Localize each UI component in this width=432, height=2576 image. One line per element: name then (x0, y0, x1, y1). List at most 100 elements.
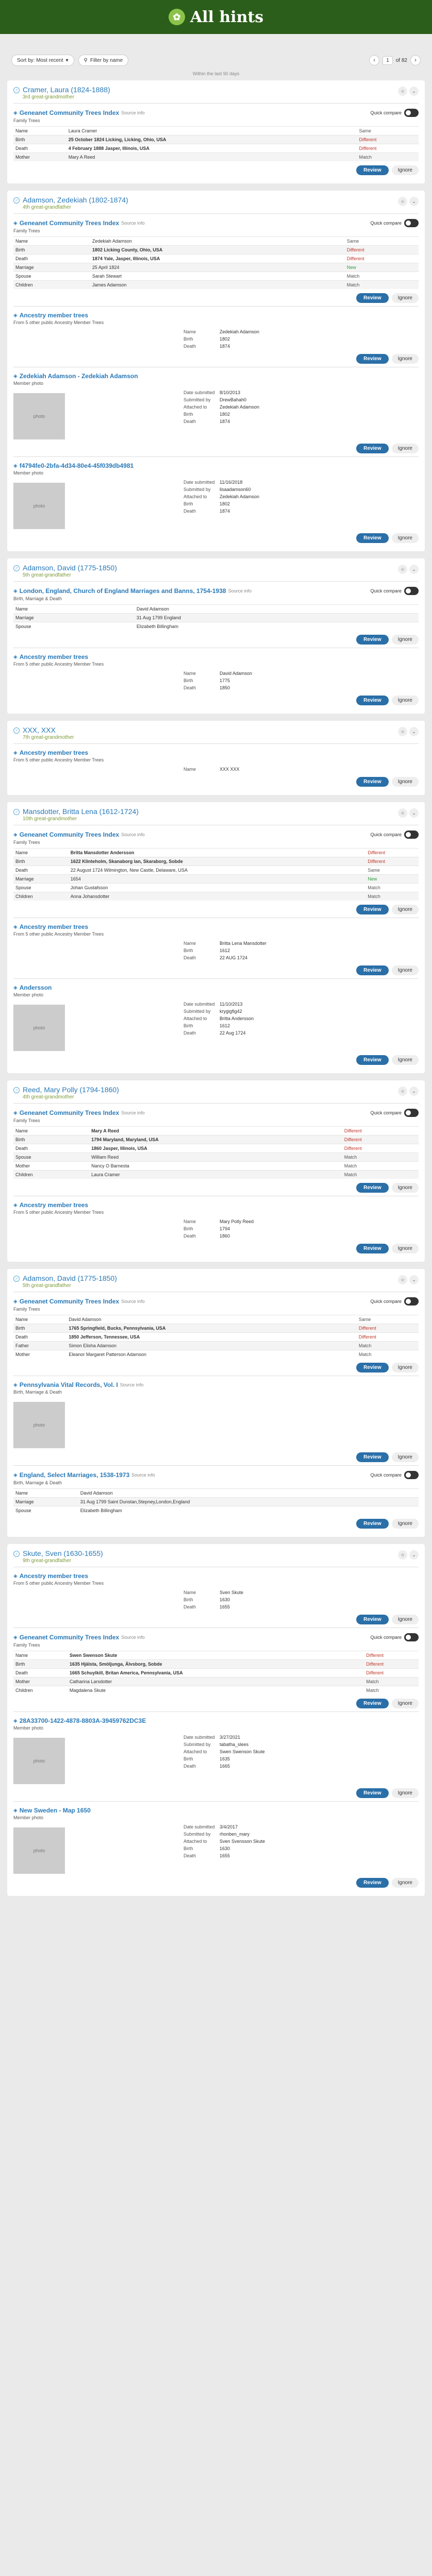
review-button[interactable]: Review (356, 696, 389, 705)
ignore-button[interactable]: Ignore (391, 1615, 419, 1624)
person-name[interactable]: Adamson, Zedekiah (1802-1874) (23, 196, 128, 204)
star-button[interactable]: ☆ (398, 1550, 407, 1560)
review-button[interactable]: Review (356, 1244, 389, 1253)
record-title[interactable]: Geneanet Community Trees Index (20, 1298, 119, 1305)
ignore-button[interactable]: Ignore (391, 444, 419, 453)
ignore-button[interactable]: Ignore (391, 1452, 419, 1462)
record-title[interactable]: Ancestry member trees (20, 653, 88, 660)
record-title[interactable]: Zedekiah Adamson - Zedekiah Adamson (20, 372, 138, 380)
star-button[interactable]: ☆ (398, 1275, 407, 1284)
review-button[interactable]: Review (356, 165, 389, 175)
ignore-button[interactable]: Ignore (391, 1244, 419, 1253)
star-button[interactable]: ☆ (398, 565, 407, 574)
quick-compare-toggle[interactable] (404, 219, 419, 227)
record-title[interactable]: Geneanet Community Trees Index (20, 219, 119, 227)
quick-compare-toggle[interactable] (404, 587, 419, 595)
review-button[interactable]: Review (356, 1452, 389, 1462)
ignore-button[interactable]: Ignore (391, 1788, 419, 1798)
review-button[interactable]: Review (356, 293, 389, 303)
record-title[interactable]: England, Select Marriages, 1538-1973 (20, 1471, 129, 1479)
star-button[interactable]: ☆ (398, 1087, 407, 1096)
star-button[interactable]: ☆ (398, 808, 407, 818)
star-button[interactable]: ☆ (398, 727, 407, 736)
review-button[interactable]: Review (356, 444, 389, 453)
collapse-button[interactable]: ⌄ (409, 87, 419, 96)
record-thumbnail[interactable]: photo (13, 1005, 65, 1051)
ignore-button[interactable]: Ignore (391, 165, 419, 175)
person-name[interactable]: Skute, Sven (1630-1655) (23, 1549, 103, 1557)
ignore-button[interactable]: Ignore (391, 533, 419, 543)
quick-compare-toggle[interactable] (404, 1109, 419, 1117)
quick-compare-toggle[interactable] (404, 1471, 419, 1479)
sort-dropdown[interactable]: Sort by: Most recent ▾ (11, 55, 74, 66)
review-button[interactable]: Review (356, 965, 389, 975)
review-button[interactable]: Review (356, 777, 389, 787)
review-button[interactable]: Review (356, 1363, 389, 1372)
record-thumbnail[interactable]: photo (13, 1402, 65, 1448)
review-button[interactable]: Review (356, 1788, 389, 1798)
page-input[interactable]: 1 (383, 56, 393, 65)
record-title[interactable]: Geneanet Community Trees Index (20, 831, 119, 838)
ignore-button[interactable]: Ignore (391, 905, 419, 914)
review-button[interactable]: Review (356, 1878, 389, 1888)
source-info-link[interactable]: Source info (121, 1299, 145, 1304)
record-title[interactable]: Geneanet Community Trees Index (20, 1109, 119, 1116)
review-button[interactable]: Review (356, 1183, 389, 1193)
person-name[interactable]: Reed, Mary Polly (1794-1860) (23, 1086, 119, 1094)
ignore-button[interactable]: Ignore (391, 1519, 419, 1529)
record-title[interactable]: London, England, Church of England Marri… (20, 587, 226, 595)
collapse-button[interactable]: ⌄ (409, 808, 419, 818)
review-button[interactable]: Review (356, 1519, 389, 1529)
record-title[interactable]: Ancestry member trees (20, 749, 88, 756)
prev-page-button[interactable]: ‹ (369, 55, 380, 65)
person-name[interactable]: Adamson, David (1775-1850) (23, 564, 117, 572)
person-name[interactable]: Adamson, David (1775-1850) (23, 1274, 117, 1282)
record-title[interactable]: Ancestry member trees (20, 312, 88, 319)
collapse-button[interactable]: ⌄ (409, 727, 419, 736)
collapse-button[interactable]: ⌄ (409, 197, 419, 206)
person-name[interactable]: Mansdotter, Britta Lena (1612-1724) (23, 807, 139, 816)
person-name[interactable]: Cramer, Laura (1824-1888) (23, 86, 110, 94)
record-title[interactable]: 28A33700-1422-4878-8803A-39459762DC3E (20, 1717, 146, 1724)
ignore-button[interactable]: Ignore (391, 1363, 419, 1372)
person-name[interactable]: XXX, XXX (23, 726, 74, 734)
record-title[interactable]: Geneanet Community Trees Index (20, 109, 119, 116)
ignore-button[interactable]: Ignore (391, 1183, 419, 1193)
review-button[interactable]: Review (356, 1699, 389, 1708)
review-button[interactable]: Review (356, 354, 389, 364)
source-info-link[interactable]: Source info (120, 1382, 144, 1387)
review-button[interactable]: Review (356, 635, 389, 645)
filter-button[interactable]: ⚲ Filter by name (78, 55, 129, 66)
ignore-button[interactable]: Ignore (391, 354, 419, 364)
ignore-button[interactable]: Ignore (391, 696, 419, 705)
next-page-button[interactable]: › (410, 55, 421, 65)
record-title[interactable]: Ancestry member trees (20, 923, 88, 930)
record-title[interactable]: f4794fe0-2bfa-4d34-80e4-45f039db4981 (20, 462, 134, 469)
ignore-button[interactable]: Ignore (391, 1055, 419, 1065)
ignore-button[interactable]: Ignore (391, 777, 419, 787)
source-info-link[interactable]: Source info (121, 1110, 145, 1115)
quick-compare-toggle[interactable] (404, 831, 419, 839)
record-title[interactable]: Geneanet Community Trees Index (20, 1634, 119, 1641)
record-thumbnail[interactable]: photo (13, 393, 65, 439)
ignore-button[interactable]: Ignore (391, 1878, 419, 1888)
collapse-button[interactable]: ⌄ (409, 1087, 419, 1096)
collapse-button[interactable]: ⌄ (409, 565, 419, 574)
record-title[interactable]: Pennsylvania Vital Records, Vol. I (20, 1381, 118, 1388)
source-info-link[interactable]: Source info (228, 588, 252, 594)
collapse-button[interactable]: ⌄ (409, 1550, 419, 1560)
record-title[interactable]: Ancestry member trees (20, 1572, 88, 1580)
source-info-link[interactable]: Source info (121, 221, 145, 226)
source-info-link[interactable]: Source info (121, 110, 145, 115)
ignore-button[interactable]: Ignore (391, 293, 419, 303)
record-title[interactable]: New Sweden - Map 1650 (20, 1807, 91, 1814)
review-button[interactable]: Review (356, 533, 389, 543)
record-title[interactable]: Ancestry member trees (20, 1201, 88, 1209)
source-info-link[interactable]: Source info (121, 832, 145, 837)
quick-compare-toggle[interactable] (404, 109, 419, 117)
review-button[interactable]: Review (356, 905, 389, 914)
quick-compare-toggle[interactable] (404, 1633, 419, 1641)
star-button[interactable]: ☆ (398, 87, 407, 96)
source-info-link[interactable]: Source info (121, 1635, 145, 1640)
ignore-button[interactable]: Ignore (391, 965, 419, 975)
